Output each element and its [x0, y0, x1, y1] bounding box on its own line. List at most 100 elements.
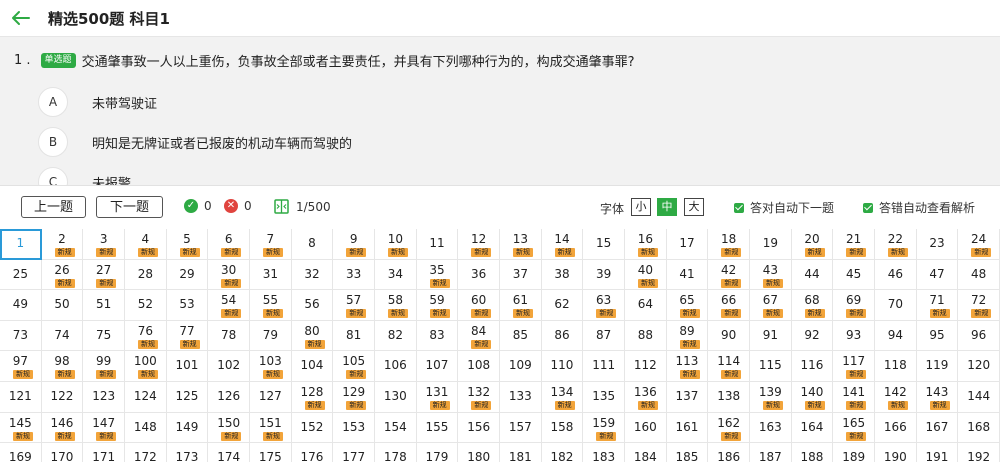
prev-question-button[interactable]: 上一题 — [21, 196, 86, 218]
question-cell[interactable]: 132 新规 — [458, 382, 500, 413]
question-cell[interactable]: 14 新规 — [541, 229, 584, 260]
question-cell[interactable]: 98 新规 — [41, 351, 84, 382]
question-cell[interactable]: 154 — [375, 412, 417, 444]
question-cell[interactable]: 47 — [916, 259, 959, 291]
question-cell[interactable]: 161 — [666, 412, 709, 444]
progress-stat[interactable]: 1/500 — [274, 199, 331, 214]
question-cell[interactable]: 94 — [875, 320, 917, 352]
question-cell[interactable]: 25 — [0, 259, 42, 291]
question-cell[interactable]: 150 新规 — [208, 412, 250, 444]
question-cell[interactable]: 6 新规 — [208, 229, 250, 260]
question-cell[interactable]: 126 — [208, 382, 250, 413]
question-cell[interactable]: 46 — [875, 259, 917, 291]
question-cell[interactable]: 91 — [750, 320, 792, 352]
question-cell[interactable]: 51 — [83, 290, 125, 321]
question-cell[interactable]: 180 — [458, 443, 500, 462]
question-cell[interactable]: 153 — [333, 412, 375, 444]
question-cell[interactable]: 140 新规 — [791, 382, 834, 413]
question-cell[interactable]: 187 — [750, 443, 792, 462]
question-cell[interactable]: 99 新规 — [83, 351, 125, 382]
question-cell[interactable]: 31 — [250, 259, 292, 291]
question-cell[interactable]: 4 新规 — [125, 229, 167, 260]
question-cell[interactable]: 28 — [125, 259, 167, 291]
question-cell[interactable]: 59 新规 — [416, 290, 459, 321]
question-cell[interactable]: 85 — [500, 320, 542, 352]
question-cell[interactable]: 27 新规 — [83, 259, 125, 291]
question-cell[interactable]: 121 — [0, 382, 42, 413]
question-cell[interactable]: 82 — [375, 320, 417, 352]
question-cell[interactable]: 149 — [166, 412, 209, 444]
question-cell[interactable]: 22 新规 — [875, 229, 917, 260]
question-cell[interactable]: 112 — [625, 351, 667, 382]
question-cell[interactable]: 168 — [958, 412, 1000, 444]
font-small-button[interactable]: 小 — [631, 198, 651, 216]
question-cell[interactable]: 143 新规 — [916, 382, 959, 413]
question-cell[interactable]: 35 新规 — [416, 259, 459, 291]
question-cell[interactable]: 55 新规 — [250, 290, 292, 321]
question-cell[interactable]: 52 — [125, 290, 167, 321]
question-cell[interactable]: 110 — [541, 351, 584, 382]
question-cell[interactable]: 45 — [833, 259, 875, 291]
question-cell[interactable]: 7 新规 — [250, 229, 292, 260]
question-cell[interactable]: 133 — [500, 382, 542, 413]
question-cell[interactable]: 192 — [958, 443, 1000, 462]
question-cell[interactable]: 17 — [666, 229, 709, 260]
question-cell[interactable]: 12 新规 — [458, 229, 500, 260]
question-cell[interactable]: 100 新规 — [125, 351, 167, 382]
question-cell[interactable]: 156 — [458, 412, 500, 444]
question-cell[interactable]: 70 — [875, 290, 917, 321]
question-cell[interactable]: 182 — [541, 443, 584, 462]
question-cell[interactable]: 128 新规 — [291, 382, 334, 413]
question-cell[interactable]: 102 — [208, 351, 250, 382]
question-cell[interactable]: 191 — [916, 443, 959, 462]
question-cell[interactable]: 184 — [625, 443, 667, 462]
question-cell[interactable]: 147 新规 — [83, 412, 125, 444]
question-cell[interactable]: 170 — [41, 443, 84, 462]
question-cell[interactable]: 117 新规 — [833, 351, 875, 382]
question-cell[interactable]: 30 新规 — [208, 259, 250, 291]
question-cell[interactable]: 185 — [666, 443, 709, 462]
question-cell[interactable]: 72 新规 — [958, 290, 1000, 321]
question-cell[interactable]: 38 — [541, 259, 584, 291]
question-cell[interactable]: 29 — [166, 259, 209, 291]
question-cell[interactable]: 144 — [958, 382, 1000, 413]
back-arrow-icon[interactable] — [10, 8, 32, 28]
question-cell[interactable]: 63 新规 — [583, 290, 625, 321]
question-cell[interactable]: 113 新规 — [666, 351, 709, 382]
question-cell[interactable]: 151 新规 — [250, 412, 292, 444]
question-cell[interactable]: 118 — [875, 351, 917, 382]
question-cell[interactable]: 84 新规 — [458, 320, 500, 352]
question-cell[interactable]: 50 — [41, 290, 84, 321]
question-cell[interactable]: 158 — [541, 412, 584, 444]
question-cell[interactable]: 18 新规 — [708, 229, 750, 260]
question-cell[interactable]: 26 新规 — [41, 259, 84, 291]
question-cell[interactable]: 3 新规 — [83, 229, 125, 260]
question-cell[interactable]: 107 — [416, 351, 459, 382]
question-cell[interactable]: 11 — [416, 229, 459, 260]
question-cell[interactable]: 56 — [291, 290, 334, 321]
question-cell[interactable]: 37 — [500, 259, 542, 291]
question-cell[interactable]: 119 — [916, 351, 959, 382]
question-cell[interactable]: 32 — [291, 259, 334, 291]
question-cell[interactable]: 173 — [166, 443, 209, 462]
question-cell[interactable]: 61 新规 — [500, 290, 542, 321]
question-cell[interactable]: 49 — [0, 290, 42, 321]
question-cell[interactable]: 33 — [333, 259, 375, 291]
question-cell[interactable]: 166 — [875, 412, 917, 444]
question-cell[interactable]: 146 新规 — [41, 412, 84, 444]
question-cell[interactable]: 93 — [833, 320, 875, 352]
question-cell[interactable]: 129 新规 — [333, 382, 375, 413]
question-cell[interactable]: 73 — [0, 320, 42, 352]
question-cell[interactable]: 76 新规 — [125, 320, 167, 352]
question-cell[interactable]: 164 — [791, 412, 834, 444]
question-cell[interactable]: 80 新规 — [291, 320, 334, 352]
question-cell[interactable]: 88 — [625, 320, 667, 352]
question-cell[interactable]: 34 — [375, 259, 417, 291]
question-cell[interactable]: 123 — [83, 382, 125, 413]
question-cell[interactable]: 36 — [458, 259, 500, 291]
question-cell[interactable]: 62 — [541, 290, 584, 321]
question-cell[interactable]: 122 — [41, 382, 84, 413]
question-cell[interactable]: 15 — [583, 229, 625, 260]
auto-explain-toggle[interactable]: 答错自动查看解析 — [863, 199, 975, 216]
font-large-button[interactable]: 大 — [684, 198, 704, 216]
